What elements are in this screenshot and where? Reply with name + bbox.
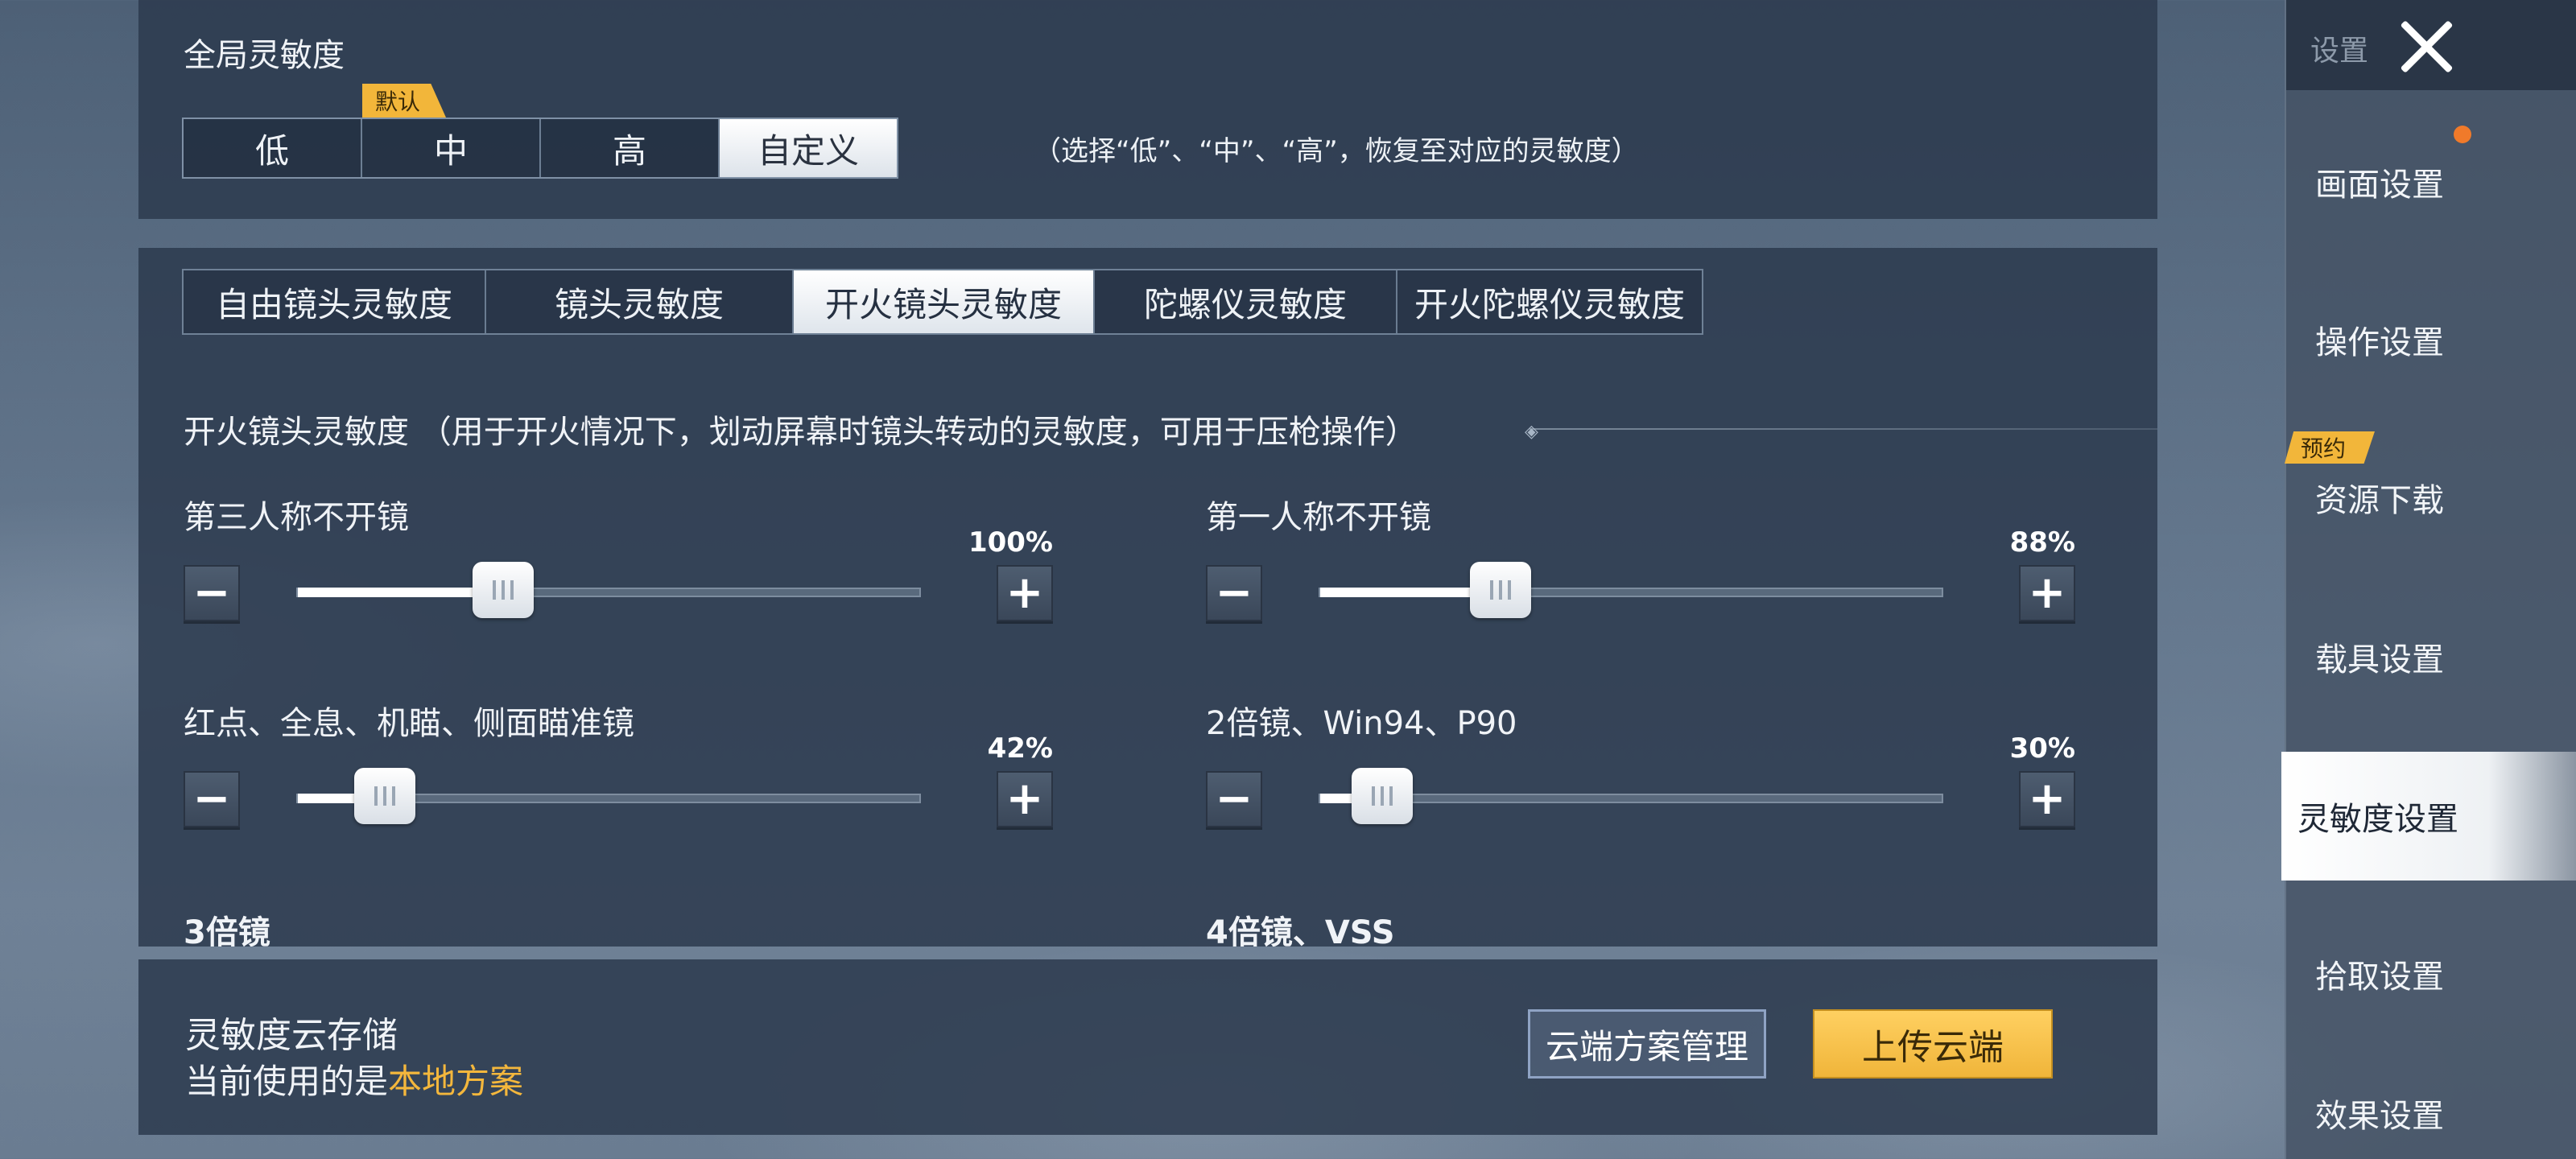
preset-hint: （选择“低”、“中”、“高”，恢复至对应的灵敏度） [1034, 135, 1639, 167]
sensitivity-detail-panel: 自由镜头灵敏度 镜头灵敏度 开火镜头灵敏度 陀螺仪灵敏度 开火陀螺仪灵敏度 开火… [138, 248, 2157, 947]
close-icon[interactable] [2396, 16, 2457, 77]
slider-percent: 30% [2009, 732, 2075, 765]
tab-fire-camera[interactable]: 开火镜头灵敏度 [794, 270, 1095, 333]
notification-dot [2454, 126, 2471, 143]
slider-thumb[interactable] [1352, 768, 1414, 824]
sensitivity-tabs: 自由镜头灵敏度 镜头灵敏度 开火镜头灵敏度 陀螺仪灵敏度 开火陀螺仪灵敏度 [182, 269, 1703, 335]
decrease-button[interactable]: − [184, 771, 240, 827]
slider-red-dot-holo-iron-sight: 红点、全息、机瞄、侧面瞄准镜 42% − + [184, 697, 1053, 858]
slider-first-person-no-scope: 第一人称不开镜 88% − + [1206, 491, 2075, 652]
sidebar-item-vehicle[interactable]: 载具设置 [2286, 592, 2576, 721]
slider-thumb[interactable] [354, 768, 416, 824]
global-sensitivity-title: 全局灵敏度 [184, 37, 345, 74]
tab-camera[interactable]: 镜头灵敏度 [486, 270, 794, 333]
slider-2x-scope: 2倍镜、Win94、P90 30% − + [1206, 697, 2075, 858]
preset-high-button[interactable]: 高 [541, 119, 720, 177]
increase-button[interactable]: + [997, 565, 1053, 621]
upload-cloud-button[interactable]: 上传云端 [1813, 1009, 2053, 1079]
slider-third-person-no-scope: 第三人称不开镜 100% − + [184, 491, 1053, 652]
status-prefix: 当前使用的是 [185, 1062, 389, 1101]
decrease-button[interactable]: − [1206, 565, 1262, 621]
increase-button[interactable]: + [997, 771, 1053, 827]
slider-label: 2倍镜、Win94、P90 [1206, 705, 1517, 742]
settings-sidebar: 设置 画面设置 操作设置 资源下载 载具设置 灵敏度设置 拾取设置 效果设置 [2281, 0, 2576, 1159]
slider-label: 第三人称不开镜 [184, 499, 409, 536]
slider-percent: 100% [968, 526, 1053, 559]
slider-label-4x-scope: 4倍镜、VSS [1206, 914, 1395, 947]
section-title: 开火镜头灵敏度 （用于开火情况下，划动屏幕时镜头转动的灵敏度，可用于压枪操作） [184, 414, 1418, 451]
preset-low-button[interactable]: 低 [184, 119, 362, 177]
sidebar-item-controls[interactable]: 操作设置 [2286, 275, 2576, 404]
slider-track[interactable] [1319, 768, 1943, 824]
slider-label: 红点、全息、机瞄、侧面瞄准镜 [184, 705, 634, 742]
slider-track[interactable] [1319, 562, 1943, 618]
sidebar-item-pickup[interactable]: 拾取设置 [2286, 909, 2576, 1038]
global-sensitivity-panel: 全局灵敏度 默认 低 中 高 自定义 （选择“低”、“中”、“高”，恢复至对应的… [138, 0, 2157, 219]
tab-fire-gyroscope[interactable]: 开火陀螺仪灵敏度 [1397, 270, 1702, 333]
preset-medium-button[interactable]: 中 [362, 119, 541, 177]
increase-button[interactable]: + [2019, 771, 2075, 827]
status-value: 本地方案 [388, 1062, 524, 1101]
cloud-storage-status: 当前使用的是本地方案 [185, 1054, 523, 1103]
slider-label-3x-scope: 3倍镜 [184, 914, 270, 947]
tab-gyroscope[interactable]: 陀螺仪灵敏度 [1095, 270, 1397, 333]
preset-custom-button[interactable]: 自定义 [720, 119, 897, 177]
section-divider [1530, 428, 2157, 430]
default-badge: 默认 [362, 84, 446, 118]
cloud-storage-title: 灵敏度云存储 [185, 1015, 398, 1056]
decrease-button[interactable]: − [1206, 771, 1262, 827]
cloud-storage-panel: 灵敏度云存储 当前使用的是本地方案 云端方案管理 上传云端 [138, 959, 2157, 1135]
decrease-button[interactable]: − [184, 565, 240, 621]
reserve-badge: 预约 [2285, 431, 2375, 464]
slider-percent: 88% [2009, 526, 2075, 559]
section-divider-arrow-icon: ◈ [1525, 422, 1538, 442]
sidebar-item-sensitivity[interactable]: 灵敏度设置 [2281, 752, 2576, 881]
tab-free-camera[interactable]: 自由镜头灵敏度 [184, 270, 486, 333]
sidebar-header: 设置 [2286, 0, 2576, 90]
sidebar-item-effects[interactable]: 效果设置 [2286, 1067, 2576, 1159]
slider-track[interactable] [296, 562, 921, 618]
cloud-manage-button[interactable]: 云端方案管理 [1528, 1009, 1766, 1079]
preset-segmented-control: 低 中 高 自定义 [182, 118, 898, 179]
slider-thumb[interactable] [1469, 562, 1531, 618]
slider-thumb[interactable] [472, 562, 534, 618]
settings-header-label: 设置 [2310, 35, 2369, 68]
sidebar-item-display[interactable]: 画面设置 [2286, 118, 2576, 246]
increase-button[interactable]: + [2019, 565, 2075, 621]
slider-track[interactable] [296, 768, 921, 824]
slider-percent: 42% [987, 732, 1053, 765]
slider-label: 第一人称不开镜 [1206, 499, 1431, 536]
